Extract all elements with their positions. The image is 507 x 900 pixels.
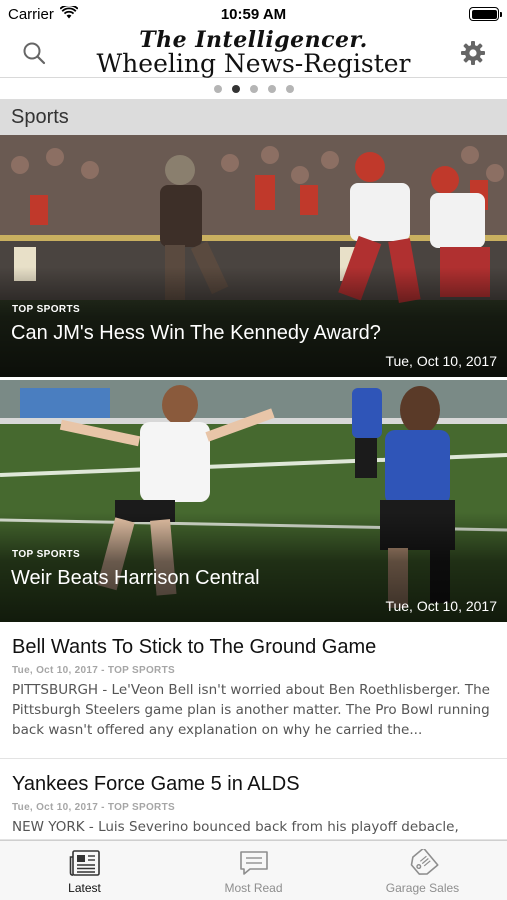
chat-bubble-icon [239, 851, 268, 875]
section-title: Sports [11, 105, 69, 128]
masthead-logo: The Intelligencer. Wheeling News-Registe… [96, 29, 410, 76]
search-icon [23, 42, 46, 64]
story-date: Tue, Oct 10, 2017 [385, 598, 497, 614]
tab-label: Latest [68, 881, 101, 895]
gear-icon [460, 40, 485, 65]
section-header: Sports [0, 99, 507, 135]
tab-label: Garage Sales [385, 881, 460, 895]
article-title: Yankees Force Game 5 in ALDS [12, 773, 300, 795]
battery-icon [469, 7, 502, 21]
article-item[interactable]: Bell Wants To Stick to The Ground Game T… [0, 623, 507, 759]
masthead-line2: Wheeling News-Register [96, 49, 411, 78]
search-button[interactable] [14, 33, 54, 73]
story-title: Can JM's Hess Win The Kennedy Award? [11, 322, 381, 344]
tab-garage-sales[interactable]: Garage Sales [338, 841, 507, 900]
tab-most-read[interactable]: Most Read [169, 841, 338, 900]
featured-story[interactable]: TOP SPORTS Weir Beats Harrison Central T… [0, 380, 507, 622]
page-dot[interactable] [285, 85, 294, 93]
page-dot[interactable] [249, 85, 258, 93]
price-tag-icon [410, 849, 439, 875]
article-meta: Tue, Oct 10, 2017 - TOP SPORTS [12, 665, 175, 676]
featured-story[interactable]: TOP SPORTS Can JM's Hess Win The Kennedy… [0, 135, 507, 377]
tab-label: Most Read [224, 881, 283, 895]
nav-bar: The Intelligencer. Wheeling News-Registe… [0, 28, 507, 78]
carrier-label: Carrier [8, 5, 54, 23]
page-dot[interactable] [213, 85, 222, 93]
page-dot[interactable] [231, 85, 240, 93]
story-date: Tue, Oct 10, 2017 [385, 353, 497, 369]
article-title: Bell Wants To Stick to The Ground Game [12, 636, 377, 658]
status-left: Carrier [8, 3, 79, 23]
newspaper-icon [69, 850, 100, 876]
page-dot[interactable] [267, 85, 276, 93]
story-category: TOP SPORTS [12, 549, 81, 560]
article-snippet: PITTSBURGH - Le'Veon Bell isn't worried … [12, 682, 490, 738]
article-item[interactable]: Yankees Force Game 5 in ALDS Tue, Oct 10… [0, 760, 507, 840]
article-meta: Tue, Oct 10, 2017 - TOP SPORTS [12, 802, 175, 813]
tab-bar: Latest Most Read Garage Sales [0, 840, 507, 900]
story-title: Weir Beats Harrison Central [11, 567, 260, 589]
wifi-icon [59, 3, 79, 23]
story-category: TOP SPORTS [12, 304, 81, 315]
settings-button[interactable] [453, 33, 493, 73]
tab-latest[interactable]: Latest [0, 841, 169, 900]
status-bar: Carrier 10:59 AM [0, 0, 507, 28]
article-snippet: NEW YORK - Luis Severino bounced back fr… [12, 819, 459, 835]
page-indicator[interactable] [0, 80, 507, 98]
masthead-line1: The Intelligencer. [139, 27, 368, 53]
